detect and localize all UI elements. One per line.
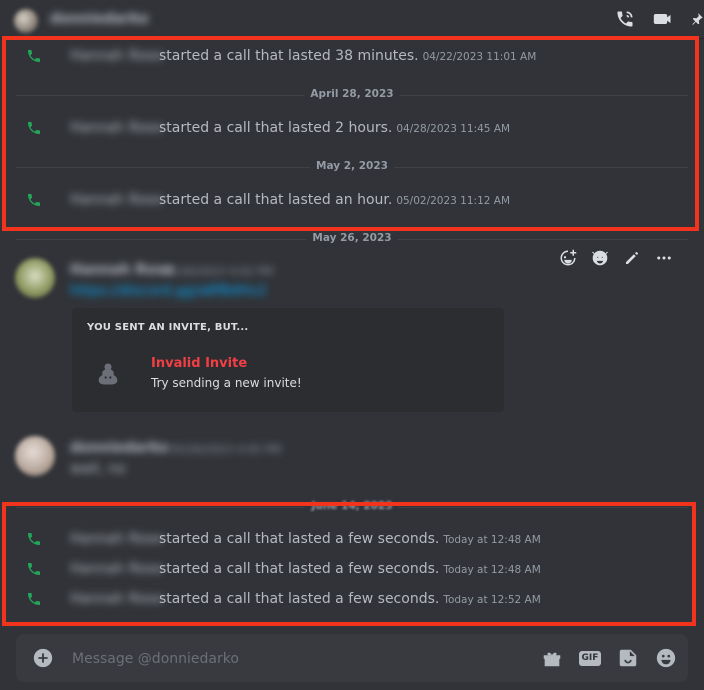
highlight-box-top — [2, 36, 699, 231]
edit-pencil-icon[interactable] — [620, 246, 644, 270]
invite-subtitle: Try sending a new invite! — [151, 376, 302, 390]
header-username[interactable]: donniedarko — [50, 11, 149, 27]
message-timestamp: 05/26/2023 4:02 PM — [162, 265, 274, 278]
phone-call-icon[interactable] — [614, 8, 636, 30]
avatar[interactable] — [15, 436, 55, 476]
header-avatar[interactable] — [14, 9, 38, 33]
date-divider: May 26, 2023 — [16, 232, 688, 246]
invite-title: Invalid Invite — [151, 356, 248, 371]
message-timestamp: 05/26/2023 4:05 PM — [170, 443, 282, 456]
composer-toolbar: GIF — [526, 646, 678, 670]
sticker-icon[interactable] — [616, 646, 640, 670]
date-divider-label: May 26, 2023 — [306, 232, 398, 244]
pin-icon[interactable] — [690, 8, 704, 30]
avatar[interactable] — [15, 258, 55, 298]
invite-heading: YOU SENT AN INVITE, BUT... — [87, 322, 249, 333]
video-camera-icon[interactable] — [652, 8, 674, 30]
message-text: wait, no — [70, 461, 126, 477]
highlight-box-bottom — [2, 502, 696, 626]
message-hover-toolbar — [556, 246, 684, 270]
invalid-invite-icon — [94, 360, 122, 388]
more-options-icon[interactable] — [652, 246, 676, 270]
gif-label: GIF — [578, 650, 602, 666]
message-input[interactable] — [70, 646, 474, 672]
message-composer: GIF — [16, 634, 688, 682]
gift-icon[interactable] — [540, 646, 564, 670]
invite-link[interactable]: https://discord.gg/a8fBdHv2 — [70, 283, 266, 299]
gif-icon[interactable]: GIF — [578, 646, 602, 670]
emoji-icon[interactable] — [654, 646, 678, 670]
header-toolbar — [614, 0, 704, 38]
add-attachment-icon[interactable] — [32, 647, 54, 669]
invite-embed: YOU SENT AN INVITE, BUT... Invalid Invit… — [72, 308, 504, 412]
message-author[interactable]: donniedarko — [70, 440, 169, 456]
add-reaction-icon[interactable] — [556, 246, 580, 270]
add-super-reaction-icon[interactable] — [588, 246, 612, 270]
message-author[interactable]: Hannah Rose — [70, 262, 174, 278]
channel-header: donniedarko — [0, 0, 704, 39]
